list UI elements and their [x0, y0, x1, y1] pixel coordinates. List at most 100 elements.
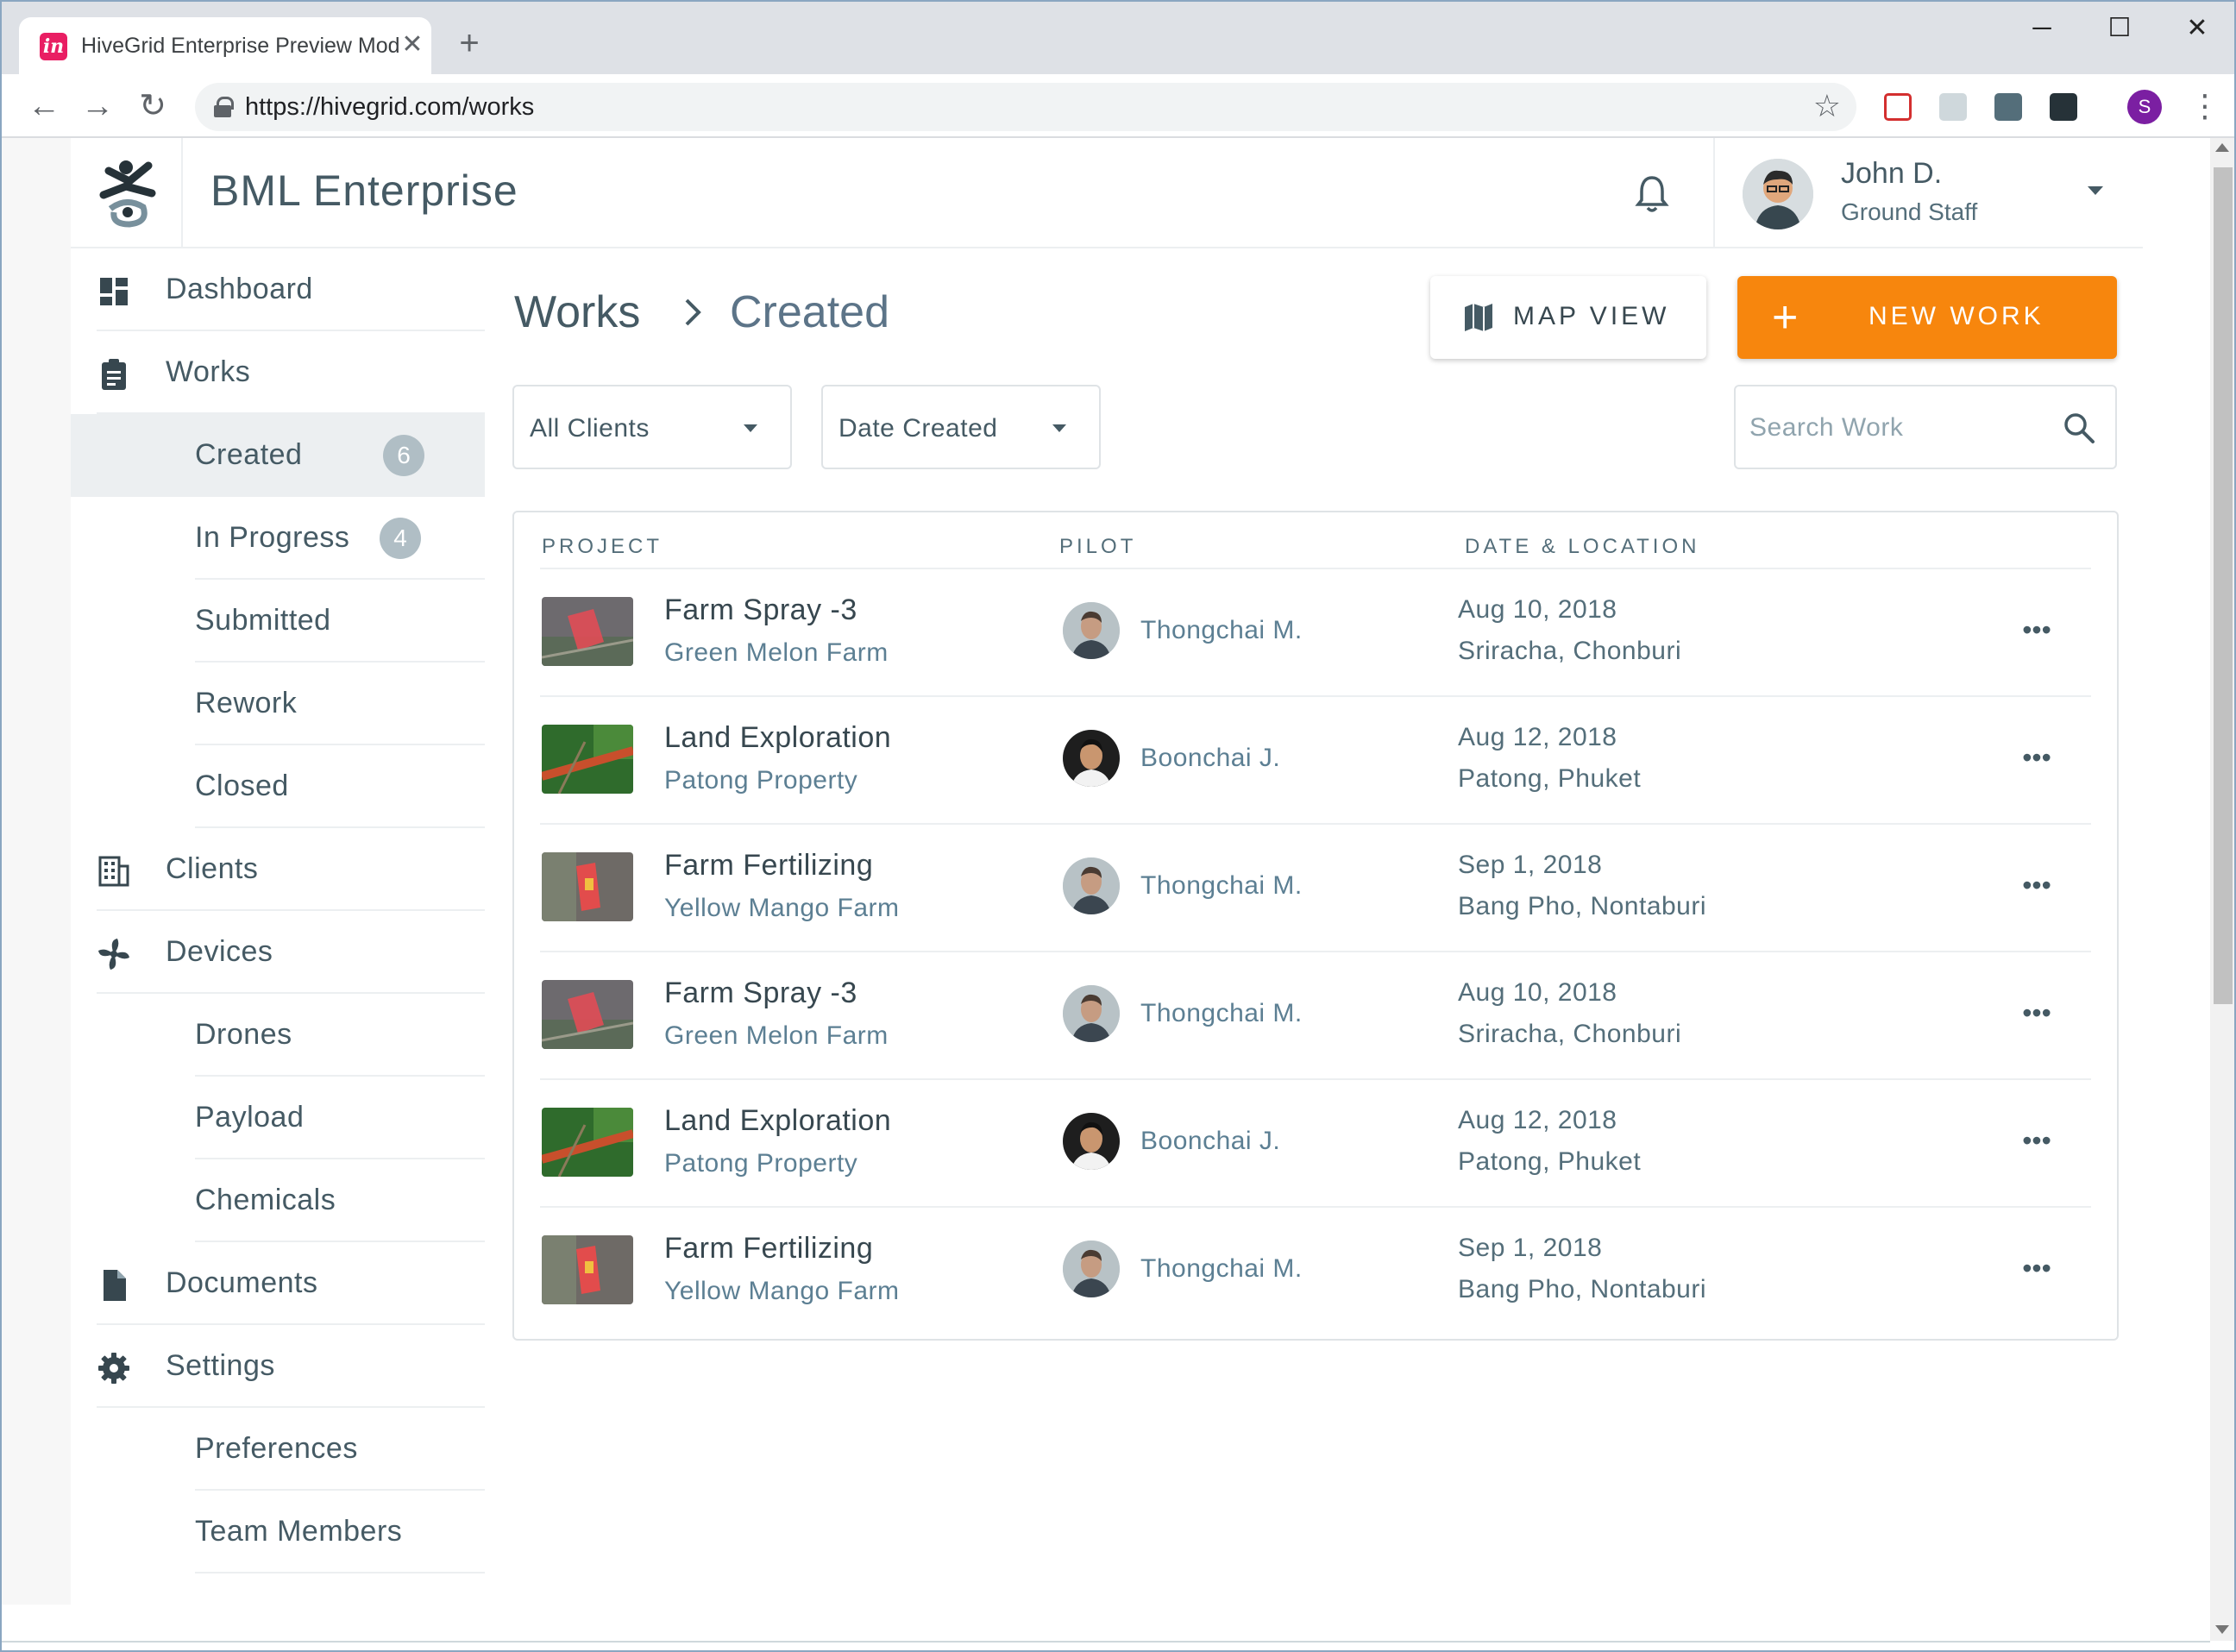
url-text: https://hivegrid.com/works: [245, 93, 535, 121]
more-options-icon[interactable]: •••: [2015, 996, 2058, 1030]
pilot-name[interactable]: Boonchai J.: [1140, 744, 1280, 773]
pilot-name[interactable]: Thongchai M.: [1140, 999, 1303, 1028]
browser-window: in HiveGrid Enterprise Preview Mod ✕ + ─…: [0, 0, 2236, 1652]
pilot-name[interactable]: Boonchai J.: [1140, 1127, 1280, 1156]
project-farm[interactable]: Yellow Mango Farm: [664, 1277, 900, 1306]
project-name[interactable]: Farm Spray -3: [664, 977, 857, 1010]
project-name[interactable]: Land Exploration: [664, 1104, 891, 1138]
sidebar-item-label: Documents: [166, 1266, 318, 1299]
scroll-thumb[interactable]: [2214, 167, 2233, 1004]
sidebar-item-submitted[interactable]: Submitted: [195, 580, 485, 663]
column-header-date-location: DATE & LOCATION: [1465, 535, 1700, 558]
project-name[interactable]: Farm Fertilizing: [664, 1232, 873, 1266]
sidebar-item-label: Submitted: [195, 604, 331, 637]
address-bar[interactable]: https://hivegrid.com/works ☆: [195, 83, 1856, 131]
sidebar-item-rework[interactable]: Rework: [195, 663, 485, 745]
project-thumbnail: [542, 1108, 633, 1177]
project-name[interactable]: Land Exploration: [664, 721, 891, 755]
pdf-extension-icon[interactable]: [1939, 93, 1967, 121]
sort-select[interactable]: Date Created: [821, 385, 1101, 469]
sidebar-item-label: Chemicals: [195, 1184, 336, 1216]
sidebar-item-chemicals[interactable]: Chemicals: [195, 1159, 485, 1242]
react-devtools-icon[interactable]: [2050, 93, 2077, 121]
search-input[interactable]: [1749, 411, 2043, 445]
user-menu-caret-icon[interactable]: [2088, 186, 2103, 195]
pocket-extension-icon[interactable]: [1884, 93, 1912, 121]
new-work-button[interactable]: + NEW WORK: [1737, 276, 2117, 359]
sidebar-item-label: Works: [166, 355, 251, 388]
pilot-name[interactable]: Thongchai M.: [1140, 616, 1303, 645]
sidebar-item-clients[interactable]: Clients: [97, 828, 485, 911]
more-options-icon[interactable]: •••: [2015, 868, 2058, 902]
project-farm[interactable]: Green Melon Farm: [664, 638, 889, 668]
pilot-name[interactable]: Thongchai M.: [1140, 871, 1303, 901]
sidebar-item-label: Preferences: [195, 1432, 358, 1465]
browser-menu-icon[interactable]: ⋮: [2189, 86, 2220, 126]
forward-icon[interactable]: →: [76, 85, 119, 128]
new-tab-icon[interactable]: +: [450, 24, 488, 62]
app-title: BML Enterprise: [210, 166, 518, 215]
tab-close-icon[interactable]: ✕: [397, 29, 428, 60]
reload-icon[interactable]: ↻: [131, 85, 174, 128]
project-farm[interactable]: Patong Property: [664, 1149, 857, 1178]
pilot-name[interactable]: Thongchai M.: [1140, 1254, 1303, 1284]
logo-container[interactable]: [71, 138, 183, 248]
more-options-icon[interactable]: •••: [2015, 1251, 2058, 1285]
breadcrumb-created: Created: [730, 287, 889, 337]
sidebar-item-settings[interactable]: Settings: [97, 1325, 485, 1408]
sidebar-item-works[interactable]: Works: [97, 331, 485, 414]
bookmark-star-icon[interactable]: ☆: [1813, 88, 1841, 124]
sidebar-item-preferences[interactable]: Preferences: [195, 1408, 485, 1491]
project-name[interactable]: Farm Spray -3: [664, 594, 857, 627]
sidebar-item-closed[interactable]: Closed: [195, 745, 485, 828]
more-options-icon[interactable]: •••: [2015, 740, 2058, 775]
profile-avatar[interactable]: S: [2127, 90, 2162, 124]
sidebar-item-created[interactable]: Created 6: [71, 414, 485, 497]
project-farm[interactable]: Yellow Mango Farm: [664, 894, 900, 923]
table-row[interactable]: Farm Fertilizing Yellow Mango Farm Thong…: [540, 1206, 2091, 1334]
dropdown-caret-icon: [1052, 424, 1066, 432]
tab-title: HiveGrid Enterprise Preview Mod: [81, 34, 400, 58]
sidebar-item-drones[interactable]: Drones: [195, 994, 485, 1077]
work-date: Aug 10, 2018: [1458, 595, 1617, 624]
project-name[interactable]: Farm Fertilizing: [664, 849, 873, 883]
minimize-icon[interactable]: ─: [2003, 7, 2081, 50]
notification-bell-icon[interactable]: [1630, 173, 1674, 216]
scroll-down-icon[interactable]: [2215, 1625, 2229, 1634]
more-options-icon[interactable]: •••: [2015, 612, 2058, 647]
app: BML Enterprise John D. Ground Staff Dash…: [2, 138, 2210, 1650]
gear-icon: [98, 1353, 129, 1384]
sidebar-item-dashboard[interactable]: Dashboard: [97, 248, 485, 331]
table-row[interactable]: Farm Spray -3 Green Melon Farm Thongchai…: [540, 951, 2091, 1078]
search-box[interactable]: [1734, 385, 2117, 469]
search-icon[interactable]: [2062, 411, 2096, 445]
scroll-up-icon[interactable]: [2215, 143, 2229, 152]
table-row[interactable]: Land Exploration Patong Property Booncha…: [540, 1078, 2091, 1206]
sidebar-item-payload[interactable]: Payload: [195, 1077, 485, 1159]
sidebar-item-documents[interactable]: Documents: [97, 1242, 485, 1325]
close-window-icon[interactable]: ✕: [2158, 7, 2234, 50]
more-options-icon[interactable]: •••: [2015, 1123, 2058, 1158]
sidebar-item-label: Settings: [166, 1349, 275, 1382]
table-row[interactable]: Land Exploration Patong Property Booncha…: [540, 695, 2091, 823]
breadcrumb-works[interactable]: Works: [514, 286, 640, 338]
browser-tab[interactable]: in HiveGrid Enterprise Preview Mod ✕: [19, 17, 431, 74]
table-row[interactable]: Farm Fertilizing Yellow Mango Farm Thong…: [540, 823, 2091, 951]
project-farm[interactable]: Patong Property: [664, 766, 857, 795]
table-row[interactable]: Farm Spray -3 Green Melon Farm Thongchai…: [540, 568, 2091, 695]
project-farm[interactable]: Green Melon Farm: [664, 1021, 889, 1051]
window-bottom-border: [2, 1641, 2210, 1643]
pilot-avatar: [1063, 602, 1120, 659]
sidebar-item-devices[interactable]: Devices: [97, 911, 485, 994]
sidebar-item-team-members[interactable]: Team Members: [195, 1491, 485, 1573]
page-scrollbar[interactable]: [2210, 138, 2234, 1641]
user-avatar[interactable]: [1743, 159, 1813, 229]
back-icon[interactable]: ←: [22, 85, 66, 128]
project-thumbnail: [542, 980, 633, 1049]
pr-extension-icon[interactable]: [1994, 93, 2022, 121]
maximize-icon[interactable]: ☐: [2081, 7, 2158, 50]
client-filter-select[interactable]: All Clients: [512, 385, 792, 469]
sidebar-item-in-progress[interactable]: In Progress 4: [195, 497, 485, 580]
user-name[interactable]: John D.: [1841, 157, 1942, 191]
map-view-button[interactable]: MAP VIEW: [1430, 276, 1706, 359]
